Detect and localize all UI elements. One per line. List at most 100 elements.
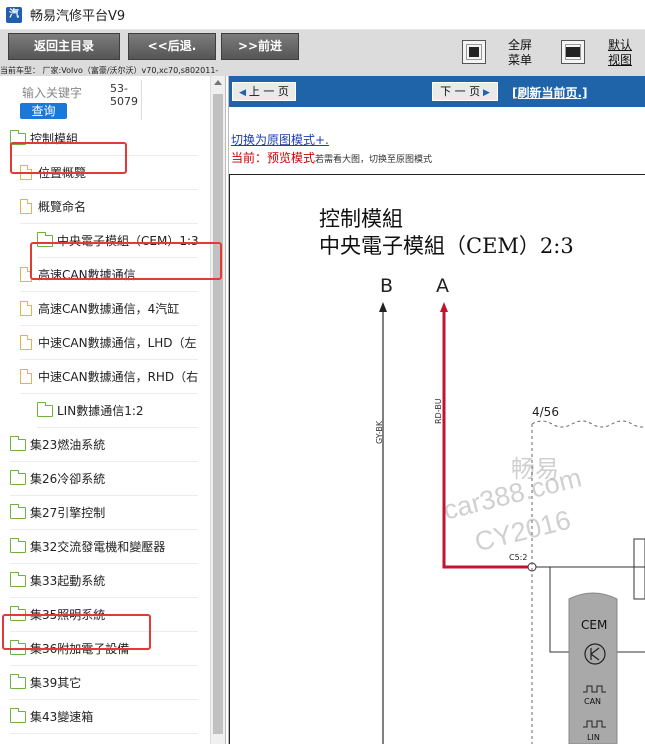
chevron-right-icon: ▶ xyxy=(480,88,490,98)
tree-item-label: 中速CAN數據通信，LHD（左 xyxy=(38,336,197,350)
search-label: 输入关键字 xyxy=(22,86,83,100)
folder-icon xyxy=(10,503,26,519)
tree-scrollbar[interactable] xyxy=(210,76,225,744)
folder-icon xyxy=(37,231,53,247)
switch-original-mode-link[interactable]: 切换为原图模式+. xyxy=(231,131,329,148)
folder-icon xyxy=(10,469,26,485)
scroll-thumb[interactable] xyxy=(213,94,223,734)
folder-icon xyxy=(10,129,26,145)
tree-item[interactable]: 高速CAN數據通信，4汽缸 xyxy=(20,292,198,326)
module-boundary-top xyxy=(531,420,645,428)
mode-status-hint: 若需看大图，切换至原图模式 xyxy=(315,155,433,165)
document-icon xyxy=(20,301,32,316)
folder-icon xyxy=(10,537,26,553)
tree-item-label: 集43變速箱 xyxy=(30,710,94,724)
search-divider xyxy=(141,80,142,120)
cem-module-block xyxy=(568,592,618,744)
wire-b-arrow xyxy=(379,302,387,312)
search-area: 输入关键字 查询 53- 5079 xyxy=(0,76,210,122)
mode-status-prefix: 当前： xyxy=(231,151,268,165)
tree-item[interactable]: 集27引擎控制 xyxy=(10,496,198,530)
tree-item[interactable]: 集33起動系統 xyxy=(10,564,198,598)
fit-view-icon[interactable] xyxy=(561,40,585,64)
wire-b-color: GY-BK xyxy=(375,420,384,444)
tree-item[interactable]: 集26冷卻系統 xyxy=(10,462,198,496)
fullscreen-menu-button[interactable]: 全屏 菜单 xyxy=(505,38,535,68)
app-logo-icon: 汽 xyxy=(6,6,22,23)
cem-label: CEM xyxy=(581,618,607,632)
app-window: 汽 畅易汽修平台V9 返回主目录 <<后退. >>前进 全屏 菜单 默认 视图 … xyxy=(0,0,645,744)
tree-item-label: 集23燃油系統 xyxy=(30,438,106,452)
fuse-ref-label: 4/56 xyxy=(532,405,559,419)
tree-item-label: LIN數據通信1:2 xyxy=(57,404,144,418)
document-icon xyxy=(20,267,32,282)
tree-item-label: 集33起動系統 xyxy=(30,574,106,588)
refresh-page-link[interactable]: [刷新当前页.] xyxy=(512,84,588,101)
next-page-label: 下 一 页 xyxy=(440,85,481,98)
folder-icon xyxy=(10,571,26,587)
wire-a-color: RD-BU xyxy=(434,398,443,424)
wiring-diagram: B GY-BK A RD-BU C5:2 4/56 CEM CAN LIN xyxy=(375,275,645,744)
tree-item[interactable]: 集35照明系統 xyxy=(10,598,198,632)
default-view-button[interactable]: 默认 视图 xyxy=(606,38,634,68)
folder-icon xyxy=(10,673,26,689)
wire-a-arrow xyxy=(440,302,448,312)
folder-icon xyxy=(10,435,26,451)
fullscreen-label: 全屏 菜单 xyxy=(507,38,532,67)
mode-status-mode: 预览模式 xyxy=(267,151,316,165)
tree-item[interactable]: 集23燃油系統 xyxy=(10,428,198,462)
tree-item-label: 集39其它 xyxy=(30,676,82,690)
tree-item[interactable]: 中速CAN數據通信，LHD（左 xyxy=(20,326,198,360)
tree-item[interactable]: LIN數據通信1:2 xyxy=(37,394,198,428)
document-icon xyxy=(20,335,32,350)
tree-item[interactable]: 高速CAN數據通信 xyxy=(20,258,198,292)
mode-status: 当前：预览模式若需看大图，切换至原图模式 xyxy=(231,149,432,166)
tree-item[interactable]: 集43變速箱 xyxy=(10,700,198,734)
chevron-left-icon: ◀ xyxy=(239,88,249,98)
tree-item-label: 集32交流發電機和變壓器 xyxy=(30,540,166,554)
internal-box xyxy=(633,538,645,600)
window-title: 畅易汽修平台V9 xyxy=(30,9,126,24)
tree-item-label: 概覽命名 xyxy=(38,200,87,214)
tree-item-label: 控制模組 xyxy=(30,132,79,146)
fullscreen-icon[interactable] xyxy=(462,40,486,64)
next-page-button[interactable]: 下 一 页 ▶ xyxy=(432,82,498,101)
prev-page-label: 上 一 页 xyxy=(248,85,289,98)
tree-item-label: 中速CAN數據通信，RHD（右 xyxy=(38,370,198,384)
home-button[interactable]: 返回主目录 xyxy=(8,33,120,60)
tree-item[interactable]: 集39其它 xyxy=(10,666,198,700)
diagram-panel: ◀ 上 一 页 下 一 页 ▶ [刷新当前页.] 切换为原图模式+. 当前：预览… xyxy=(229,76,645,744)
prev-page-button[interactable]: ◀ 上 一 页 xyxy=(232,82,296,101)
document-icon xyxy=(20,369,32,384)
tree-item[interactable]: 集36附加電子設備 xyxy=(10,632,198,666)
tree-item[interactable]: 位置概覽 xyxy=(20,156,198,190)
tree-item[interactable]: 集32交流發電機和變壓器 xyxy=(10,530,198,564)
tree-item[interactable]: 控制模組 xyxy=(10,122,198,156)
tree-item-label: 集26冷卻系統 xyxy=(30,472,106,486)
tree-item[interactable]: 概覽命名 xyxy=(20,190,198,224)
search-button[interactable]: 查询 xyxy=(20,103,67,119)
catalog-panel: 输入关键字 查询 53- 5079 控制模組位置概覽概覽命名中央電子模組（CEM… xyxy=(0,76,225,744)
tree-item[interactable]: 中央電子模組（CEM）1:3 xyxy=(37,224,198,258)
can-label: CAN xyxy=(584,697,601,706)
forward-button[interactable]: >>前进 xyxy=(221,33,299,60)
tree-item[interactable]: 中速CAN數據通信，RHD（右 xyxy=(20,360,198,394)
tree-item-label: 高速CAN數據通信 xyxy=(38,268,136,282)
tree-item-label: 集27引擎控制 xyxy=(30,506,106,520)
scroll-up-icon[interactable] xyxy=(214,80,222,85)
wire-a-label: A xyxy=(436,275,449,297)
back-button[interactable]: <<后退. xyxy=(128,33,216,60)
vehicle-info: 当前车型： 厂家:Volvo（富豪/沃尔沃）v70,xc70,s802011- xyxy=(0,66,219,75)
title-bar: 汽 畅易汽修平台V9 xyxy=(0,0,645,30)
lin-label: LIN xyxy=(587,733,600,742)
toolbar: 返回主目录 <<后退. >>前进 全屏 菜单 默认 视图 当前车型： 厂家:Vo… xyxy=(0,30,645,76)
search-input[interactable]: 53- 5079 xyxy=(110,82,140,120)
connector-label: C5:2 xyxy=(509,553,527,562)
tree-item-label: 位置概覽 xyxy=(38,166,87,180)
tree-item-label: 中央電子模組（CEM）1:3 xyxy=(57,234,198,248)
wire-b-label: B xyxy=(380,275,393,297)
document-icon xyxy=(20,165,32,180)
document-icon xyxy=(20,199,32,214)
tree-item-label: 集36附加電子設備 xyxy=(30,642,130,656)
default-view-label: 默认 视图 xyxy=(607,38,632,67)
